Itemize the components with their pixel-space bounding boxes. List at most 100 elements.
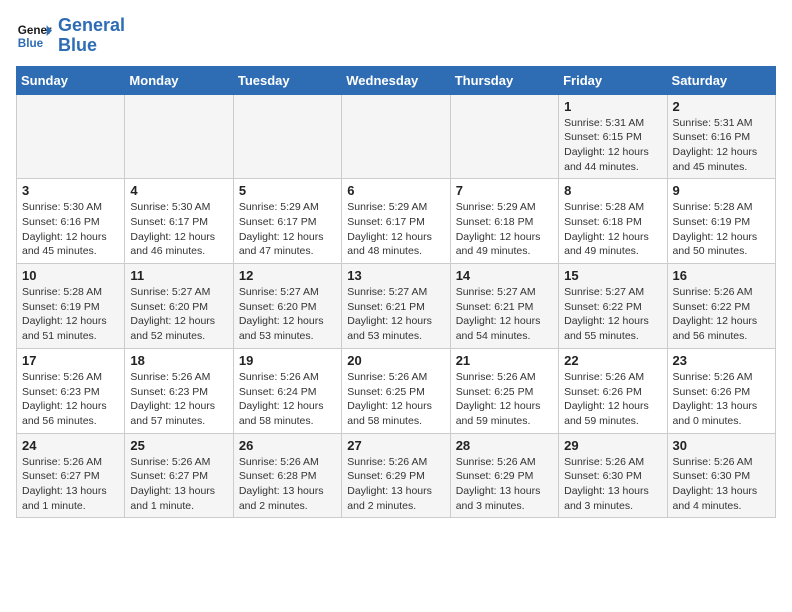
calendar-cell: 11 Sunrise: 5:27 AM Sunset: 6:20 PM Dayli… [125, 264, 233, 349]
calendar-cell: 24 Sunrise: 5:26 AM Sunset: 6:27 PM Dayli… [17, 433, 125, 518]
day-info: Sunrise: 5:26 AM Sunset: 6:26 PM Dayligh… [673, 370, 770, 429]
day-info: Sunrise: 5:26 AM Sunset: 6:26 PM Dayligh… [564, 370, 661, 429]
calendar-cell: 8 Sunrise: 5:28 AM Sunset: 6:18 PM Daylig… [559, 179, 667, 264]
day-number: 26 [239, 438, 336, 453]
calendar-cell: 21 Sunrise: 5:26 AM Sunset: 6:25 PM Dayli… [450, 348, 558, 433]
day-info: Sunrise: 5:29 AM Sunset: 6:17 PM Dayligh… [347, 200, 444, 259]
calendar-week-4: 17 Sunrise: 5:26 AM Sunset: 6:23 PM Dayli… [17, 348, 776, 433]
day-info: Sunrise: 5:30 AM Sunset: 6:16 PM Dayligh… [22, 200, 119, 259]
day-info: Sunrise: 5:26 AM Sunset: 6:29 PM Dayligh… [347, 455, 444, 514]
calendar-cell: 10 Sunrise: 5:28 AM Sunset: 6:19 PM Dayli… [17, 264, 125, 349]
day-number: 30 [673, 438, 770, 453]
calendar-cell: 2Sunrise: 5:31 AM Sunset: 6:16 PM Daylig… [667, 94, 775, 179]
day-number: 29 [564, 438, 661, 453]
calendar-cell: 16 Sunrise: 5:26 AM Sunset: 6:22 PM Dayli… [667, 264, 775, 349]
day-info: Sunrise: 5:31 AM Sunset: 6:15 PM Dayligh… [564, 116, 661, 175]
weekday-header-thursday: Thursday [450, 66, 558, 94]
day-info: Sunrise: 5:26 AM Sunset: 6:28 PM Dayligh… [239, 455, 336, 514]
day-info: Sunrise: 5:26 AM Sunset: 6:29 PM Dayligh… [456, 455, 553, 514]
day-info: Sunrise: 5:27 AM Sunset: 6:20 PM Dayligh… [239, 285, 336, 344]
day-number: 5 [239, 183, 336, 198]
day-info: Sunrise: 5:30 AM Sunset: 6:17 PM Dayligh… [130, 200, 227, 259]
day-info: Sunrise: 5:26 AM Sunset: 6:27 PM Dayligh… [130, 455, 227, 514]
day-number: 12 [239, 268, 336, 283]
day-info: Sunrise: 5:26 AM Sunset: 6:22 PM Dayligh… [673, 285, 770, 344]
day-info: Sunrise: 5:27 AM Sunset: 6:20 PM Dayligh… [130, 285, 227, 344]
calendar-cell: 18Sunrise: 5:26 AM Sunset: 6:23 PM Dayli… [125, 348, 233, 433]
day-number: 27 [347, 438, 444, 453]
day-number: 25 [130, 438, 227, 453]
calendar-week-1: 1 Sunrise: 5:31 AM Sunset: 6:15 PM Daylig… [17, 94, 776, 179]
day-number: 7 [456, 183, 553, 198]
day-info: Sunrise: 5:29 AM Sunset: 6:17 PM Dayligh… [239, 200, 336, 259]
day-number: 8 [564, 183, 661, 198]
day-number: 17 [22, 353, 119, 368]
day-info: Sunrise: 5:26 AM Sunset: 6:23 PM Dayligh… [22, 370, 119, 429]
calendar-cell: 9 Sunrise: 5:28 AM Sunset: 6:19 PM Daylig… [667, 179, 775, 264]
weekday-header-friday: Friday [559, 66, 667, 94]
calendar-cell: 19 Sunrise: 5:26 AM Sunset: 6:24 PM Dayli… [233, 348, 341, 433]
day-info: Sunrise: 5:28 AM Sunset: 6:19 PM Dayligh… [22, 285, 119, 344]
day-number: 28 [456, 438, 553, 453]
logo: General Blue GeneralBlue [16, 16, 125, 56]
day-info: Sunrise: 5:27 AM Sunset: 6:21 PM Dayligh… [456, 285, 553, 344]
day-info: Sunrise: 5:26 AM Sunset: 6:30 PM Dayligh… [564, 455, 661, 514]
calendar-cell [17, 94, 125, 179]
day-number: 3 [22, 183, 119, 198]
day-info: Sunrise: 5:27 AM Sunset: 6:21 PM Dayligh… [347, 285, 444, 344]
calendar-cell: 22 Sunrise: 5:26 AM Sunset: 6:26 PM Dayli… [559, 348, 667, 433]
day-info: Sunrise: 5:26 AM Sunset: 6:25 PM Dayligh… [347, 370, 444, 429]
day-number: 18 [130, 353, 227, 368]
day-info: Sunrise: 5:28 AM Sunset: 6:18 PM Dayligh… [564, 200, 661, 259]
calendar-cell: 20Sunrise: 5:26 AM Sunset: 6:25 PM Dayli… [342, 348, 450, 433]
day-number: 13 [347, 268, 444, 283]
calendar-week-5: 24 Sunrise: 5:26 AM Sunset: 6:27 PM Dayli… [17, 433, 776, 518]
day-number: 22 [564, 353, 661, 368]
calendar-cell: 15Sunrise: 5:27 AM Sunset: 6:22 PM Dayli… [559, 264, 667, 349]
calendar-cell [342, 94, 450, 179]
day-info: Sunrise: 5:26 AM Sunset: 6:27 PM Dayligh… [22, 455, 119, 514]
calendar-cell: 13 Sunrise: 5:27 AM Sunset: 6:21 PM Dayli… [342, 264, 450, 349]
day-number: 9 [673, 183, 770, 198]
day-info: Sunrise: 5:28 AM Sunset: 6:19 PM Dayligh… [673, 200, 770, 259]
day-info: Sunrise: 5:26 AM Sunset: 6:30 PM Dayligh… [673, 455, 770, 514]
day-number: 16 [673, 268, 770, 283]
calendar-cell: 17 Sunrise: 5:26 AM Sunset: 6:23 PM Dayli… [17, 348, 125, 433]
day-number: 21 [456, 353, 553, 368]
day-number: 11 [130, 268, 227, 283]
day-number: 1 [564, 99, 661, 114]
calendar-cell [233, 94, 341, 179]
day-number: 24 [22, 438, 119, 453]
calendar-cell: 27 Sunrise: 5:26 AM Sunset: 6:29 PM Dayli… [342, 433, 450, 518]
calendar-week-2: 3 Sunrise: 5:30 AM Sunset: 6:16 PM Daylig… [17, 179, 776, 264]
weekday-header-wednesday: Wednesday [342, 66, 450, 94]
day-info: Sunrise: 5:29 AM Sunset: 6:18 PM Dayligh… [456, 200, 553, 259]
day-number: 6 [347, 183, 444, 198]
calendar-cell: 28 Sunrise: 5:26 AM Sunset: 6:29 PM Dayli… [450, 433, 558, 518]
calendar-cell: 23 Sunrise: 5:26 AM Sunset: 6:26 PM Dayli… [667, 348, 775, 433]
weekday-header-row: SundayMondayTuesdayWednesdayThursdayFrid… [17, 66, 776, 94]
calendar-table: SundayMondayTuesdayWednesdayThursdayFrid… [16, 66, 776, 519]
day-number: 4 [130, 183, 227, 198]
calendar-cell [125, 94, 233, 179]
calendar-cell: 7 Sunrise: 5:29 AM Sunset: 6:18 PM Daylig… [450, 179, 558, 264]
logo-icon: General Blue [16, 18, 52, 54]
day-number: 23 [673, 353, 770, 368]
day-number: 10 [22, 268, 119, 283]
day-number: 14 [456, 268, 553, 283]
calendar-cell: 4 Sunrise: 5:30 AM Sunset: 6:17 PM Daylig… [125, 179, 233, 264]
calendar-cell [450, 94, 558, 179]
calendar-cell: 1 Sunrise: 5:31 AM Sunset: 6:15 PM Daylig… [559, 94, 667, 179]
day-number: 2 [673, 99, 770, 114]
day-info: Sunrise: 5:26 AM Sunset: 6:25 PM Dayligh… [456, 370, 553, 429]
calendar-cell: 29 Sunrise: 5:26 AM Sunset: 6:30 PM Dayli… [559, 433, 667, 518]
calendar-cell: 25 Sunrise: 5:26 AM Sunset: 6:27 PM Dayli… [125, 433, 233, 518]
weekday-header-monday: Monday [125, 66, 233, 94]
logo-name: GeneralBlue [58, 16, 125, 56]
day-number: 19 [239, 353, 336, 368]
day-number: 15 [564, 268, 661, 283]
svg-text:Blue: Blue [18, 37, 44, 50]
day-info: Sunrise: 5:26 AM Sunset: 6:24 PM Dayligh… [239, 370, 336, 429]
calendar-week-3: 10 Sunrise: 5:28 AM Sunset: 6:19 PM Dayli… [17, 264, 776, 349]
calendar-cell: 12 Sunrise: 5:27 AM Sunset: 6:20 PM Dayli… [233, 264, 341, 349]
